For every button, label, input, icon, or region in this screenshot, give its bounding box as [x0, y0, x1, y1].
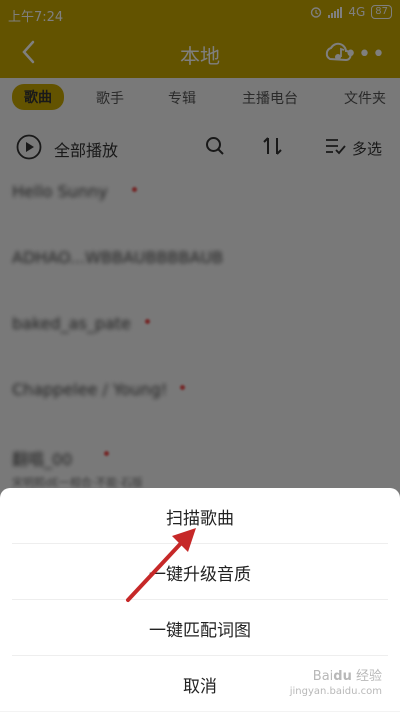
watermark: Baidu 经验 jingyan.baidu.com [289, 669, 382, 698]
red-arrow-annotation [126, 528, 196, 602]
